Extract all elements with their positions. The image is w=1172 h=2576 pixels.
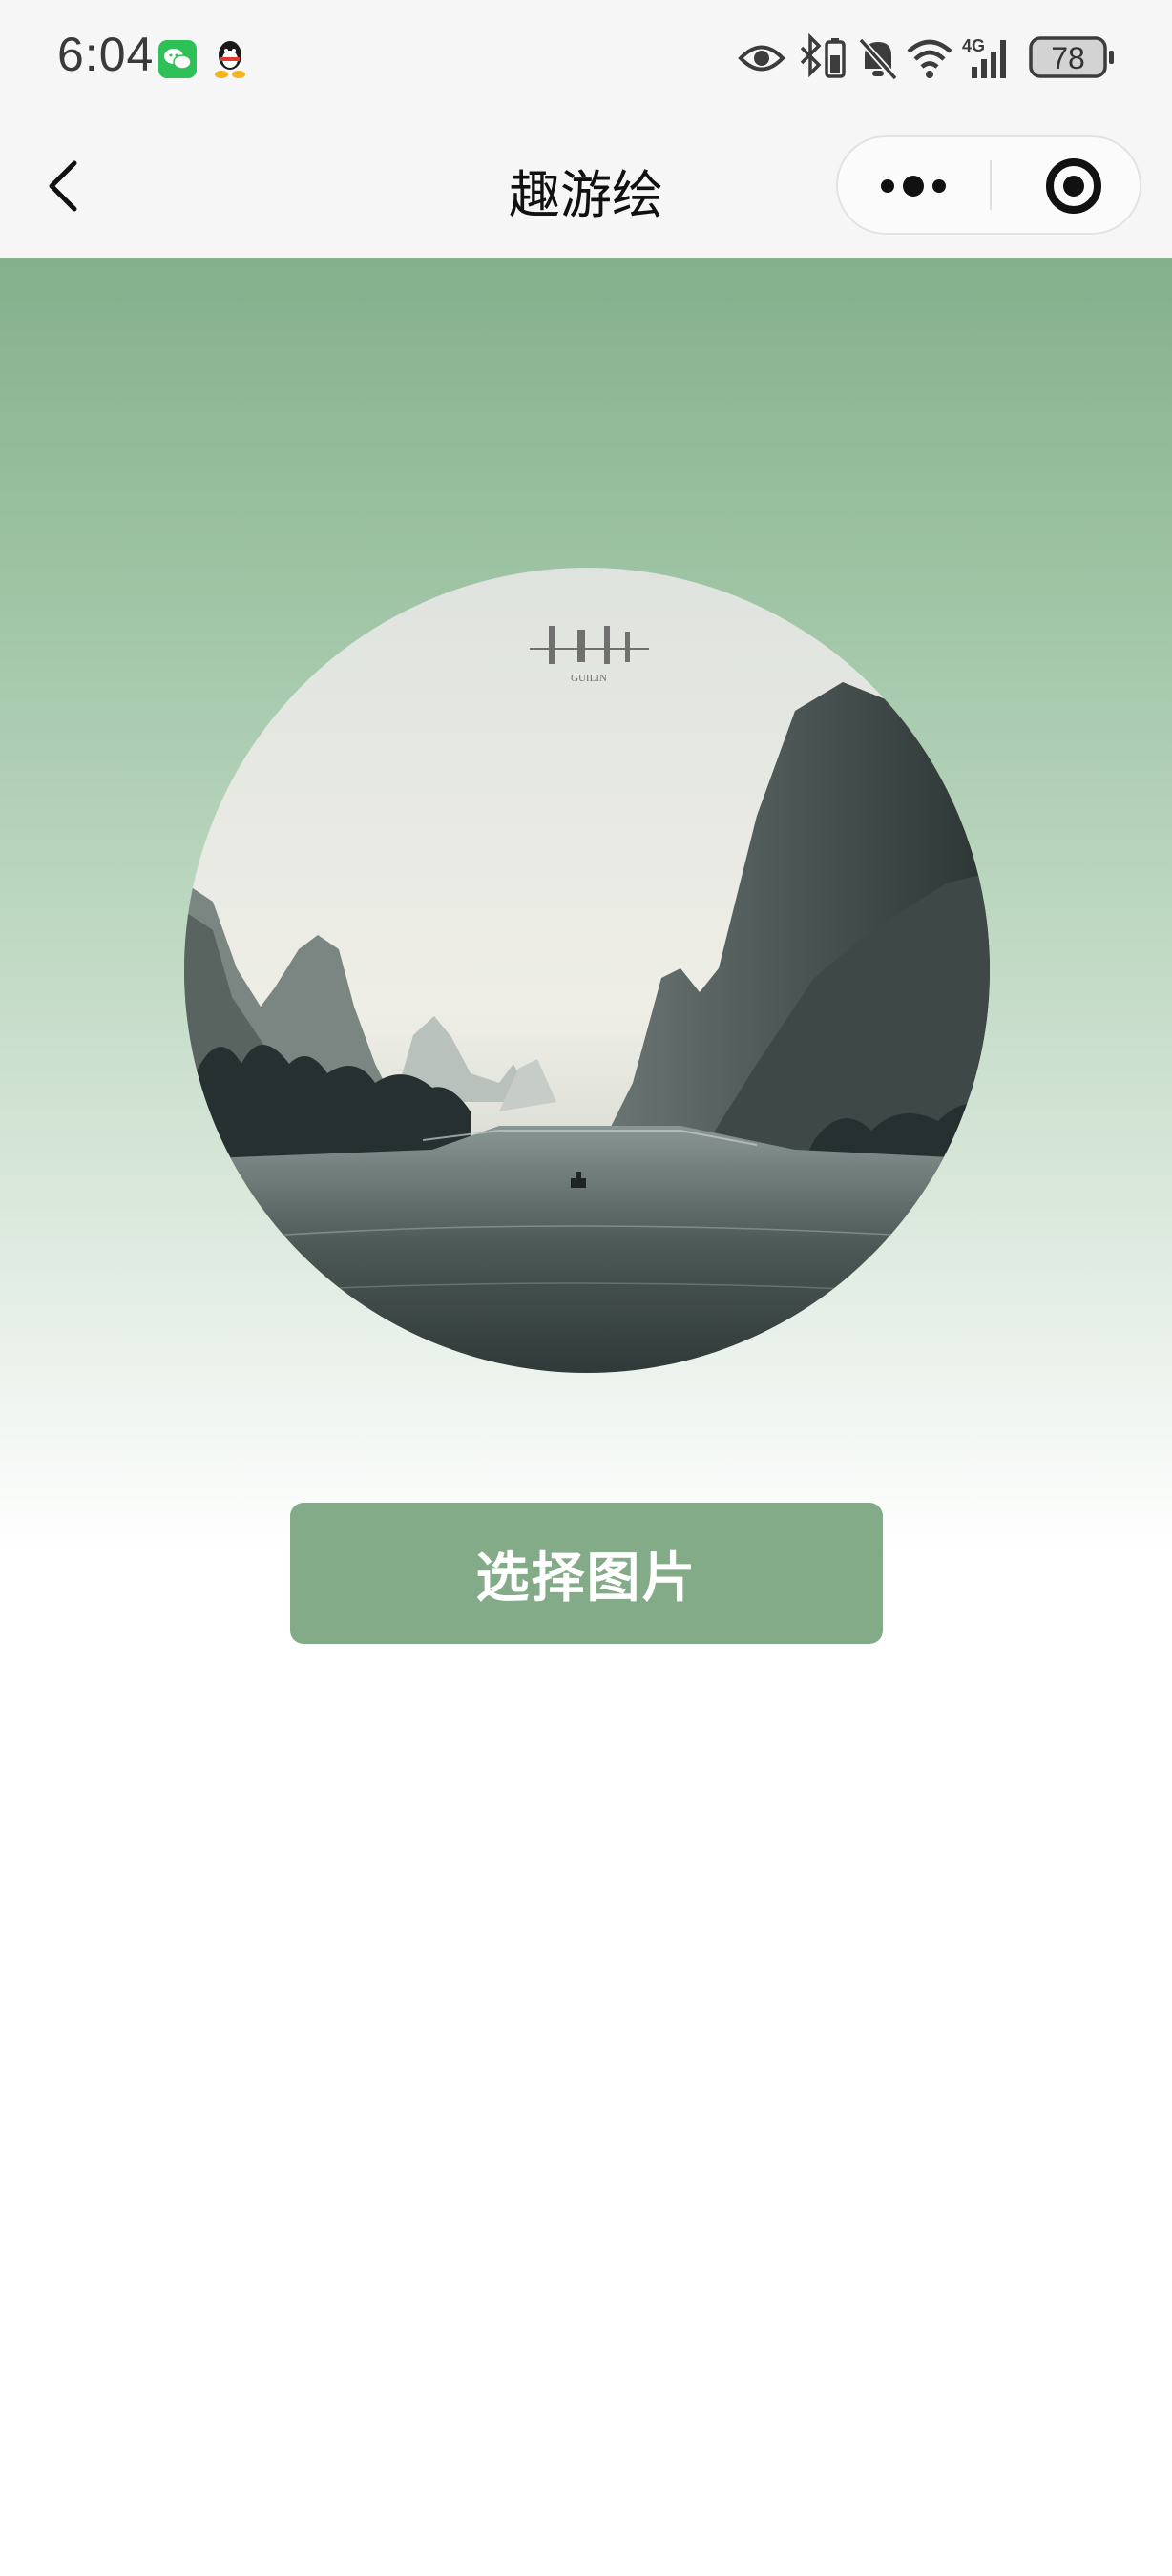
photo-watermark: GUILIN [571, 673, 607, 684]
status-icons: 4G 78 [738, 32, 1114, 81]
signal-icon: 4G [962, 36, 1006, 78]
target-close-icon [1046, 158, 1101, 214]
mini-program-capsule [836, 135, 1141, 235]
eye-icon [738, 45, 785, 72]
status-bar: 6:04 4G 78 [0, 0, 1172, 114]
bluetooth-icon [800, 32, 822, 78]
battery-level: 78 [1051, 41, 1085, 75]
status-time: 6:04 [57, 28, 155, 81]
more-button[interactable] [838, 137, 990, 233]
close-button[interactable] [992, 137, 1141, 233]
wechat-icon [158, 40, 197, 78]
main-content: GUILIN 选择图片 [0, 258, 1172, 2576]
battery-icon: 78 [1029, 36, 1114, 78]
landscape-photo: GUILIN [184, 568, 990, 1373]
select-image-button[interactable]: 选择图片 [290, 1503, 883, 1644]
qq-icon [212, 38, 248, 80]
vibrate-icon [825, 38, 846, 78]
mute-bell-icon [858, 37, 898, 81]
svg-text:4G: 4G [962, 36, 985, 55]
nav-bar: 趣游绘 [0, 114, 1172, 258]
wifi-icon [907, 39, 952, 78]
more-dots-icon [881, 176, 946, 197]
